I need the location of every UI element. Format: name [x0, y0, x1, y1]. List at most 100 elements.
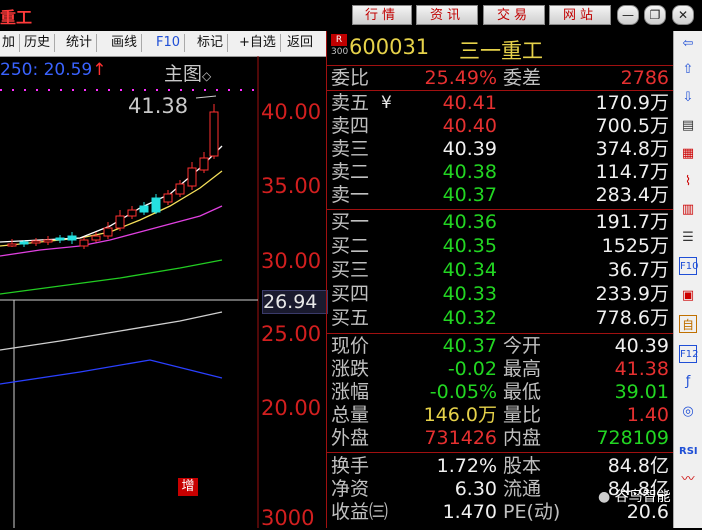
- candle-body: [79, 239, 89, 247]
- sell-price: 40.41: [442, 92, 497, 114]
- list-icon[interactable]: ☰: [679, 229, 697, 247]
- ma60-line: [0, 259, 223, 295]
- increase-badge[interactable]: 增: [178, 478, 198, 496]
- line-chart-icon[interactable]: ⌇: [679, 173, 697, 191]
- buy-volume: 36.7万: [607, 259, 669, 281]
- wave-icon[interactable]: 〰: [679, 471, 697, 489]
- stat-value: 40.39: [614, 335, 669, 357]
- toolbar-f10[interactable]: F10: [152, 34, 186, 52]
- candle-body: [209, 111, 219, 157]
- news-button[interactable]: 资讯: [416, 5, 478, 25]
- stat-value: -0.02: [447, 358, 497, 380]
- circle-icon[interactable]: ◎: [679, 403, 697, 421]
- candle-body: [139, 205, 149, 213]
- quote-row: 卖四 40.40 700.5万: [327, 115, 674, 138]
- sell-label: 卖四: [331, 115, 370, 137]
- buy-price: 40.36: [442, 211, 497, 233]
- weicha-label: 委差: [503, 67, 542, 89]
- toolbar-stats[interactable]: 统计: [62, 34, 98, 52]
- quote-panel: R 300 600031 三一重工 委比 25.49% 委差 2786 卖五 40…: [326, 31, 674, 528]
- buy-price: 40.32: [442, 307, 497, 329]
- minimize-icon[interactable]: —: [617, 5, 639, 25]
- function-icon[interactable]: ƒ: [679, 373, 697, 391]
- stat-label: 今开: [503, 335, 542, 357]
- stat-label: 外盘: [331, 427, 370, 449]
- candle-icon[interactable]: ▥: [679, 201, 697, 219]
- fund-value: 1.72%: [436, 455, 497, 477]
- stat-value: 731426: [424, 427, 497, 449]
- stat-label: 涨跌: [331, 358, 370, 380]
- candles: [7, 104, 219, 249]
- stat-value: -0.05%: [429, 381, 497, 403]
- toolbar-add[interactable]: 加: [0, 34, 21, 52]
- price-tick-30: 30.00: [261, 249, 322, 273]
- quote-button[interactable]: 行情: [352, 5, 412, 25]
- f12-icon[interactable]: F12: [679, 345, 698, 363]
- report-icon[interactable]: ▣: [679, 287, 697, 305]
- divider: [327, 333, 674, 334]
- stat-value: 146.0万: [423, 404, 497, 426]
- quote-row: 买二 40.35 1525万: [327, 235, 674, 258]
- divider: [327, 452, 674, 453]
- trade-button[interactable]: 交易: [483, 5, 545, 25]
- candle-body: [199, 157, 209, 171]
- toolbar-draw[interactable]: 画线: [107, 34, 143, 52]
- quote-row: 卖二 40.38 114.7万: [327, 161, 674, 184]
- quote-row: 买五 40.32 778.6万: [327, 307, 674, 330]
- stat-label: 最低: [503, 381, 542, 403]
- quote-row: 卖五 40.41 170.9万: [327, 92, 674, 115]
- price-tick-35: 35.00: [261, 174, 322, 198]
- quote-row: 买一 40.36 191.7万: [327, 211, 674, 234]
- toolbar-add-favorite[interactable]: +自选: [235, 34, 281, 52]
- ma250-label: 250: 20.59↑: [0, 60, 107, 80]
- stock-name: 三一重工: [459, 39, 543, 63]
- candle-body: [127, 209, 137, 217]
- divider: [327, 90, 674, 91]
- buy-volume: 191.7万: [595, 211, 669, 233]
- restore-icon[interactable]: ❐: [644, 5, 666, 25]
- quote-row: 外盘 731426 内盘 728109: [327, 427, 674, 450]
- grid-icon[interactable]: ▦: [679, 145, 697, 163]
- main-chart-label[interactable]: 主图◇: [164, 59, 211, 86]
- arrow-left-icon[interactable]: ⇦: [679, 35, 697, 53]
- high-price-label: 41.38: [128, 94, 189, 118]
- arrow-down-icon[interactable]: ⇩: [679, 89, 697, 107]
- window-title: 重工: [0, 8, 33, 27]
- arrow-up-icon[interactable]: ⇧: [679, 61, 697, 79]
- website-button[interactable]: 网站: [549, 5, 611, 25]
- divider: [327, 65, 674, 66]
- ma250-line: [0, 359, 223, 385]
- doc-check-icon[interactable]: ▤: [679, 117, 697, 135]
- sell-volume: 374.8万: [595, 138, 669, 160]
- close-icon[interactable]: ✕: [672, 5, 694, 25]
- candle-body: [67, 235, 77, 241]
- sell-label: 卖一: [331, 184, 370, 206]
- toolbar-back[interactable]: 返回: [283, 34, 317, 52]
- buy-price: 40.33: [442, 283, 497, 305]
- fund-label: PE(动): [503, 501, 561, 523]
- self-icon[interactable]: 自: [679, 315, 697, 333]
- stock-code: 600031: [349, 35, 430, 59]
- sell-volume: 700.5万: [595, 115, 669, 137]
- candle-body: [163, 193, 173, 203]
- rsi-icon[interactable]: RSI: [679, 443, 698, 461]
- candle-body: [19, 241, 29, 245]
- toolbar-history[interactable]: 历史: [20, 34, 56, 52]
- fund-value: 84.8亿: [607, 455, 669, 477]
- candle-body: [103, 227, 113, 237]
- sell-label: 卖二: [331, 161, 370, 183]
- candle-body: [91, 235, 101, 241]
- candle-body: [175, 183, 185, 195]
- candle-body: [43, 239, 53, 243]
- stat-label: 现价: [331, 335, 370, 357]
- weibi-value: 25.49%: [424, 67, 497, 89]
- stat-label: 总量: [331, 404, 370, 426]
- toolbar-mark[interactable]: 标记: [193, 34, 229, 52]
- f10-icon[interactable]: F10: [679, 257, 698, 275]
- sell-label: 卖五: [331, 92, 370, 114]
- sell-label: 卖三: [331, 138, 370, 160]
- r-badge-top: R: [331, 34, 347, 46]
- watermark: ● 谷鸟智能: [598, 486, 671, 506]
- sell-volume: 114.7万: [595, 161, 669, 183]
- stat-value: 41.38: [614, 358, 669, 380]
